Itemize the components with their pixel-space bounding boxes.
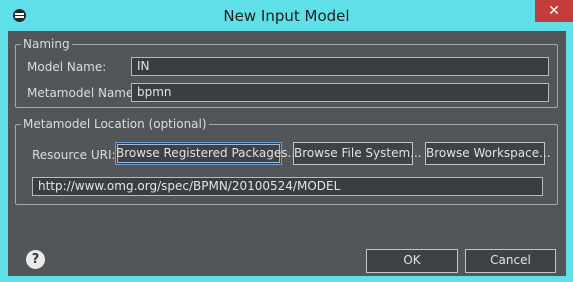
help-icon[interactable]: ? (26, 250, 45, 269)
model-name-label: Model Name: (27, 60, 107, 74)
ok-button[interactable]: OK (366, 249, 458, 273)
metamodel-name-field[interactable]: bpmn (131, 83, 549, 102)
window-bottom-border (0, 276, 573, 282)
metamodel-name-label: Metamodel Name: (27, 86, 138, 100)
close-icon: ✕ (548, 3, 560, 19)
naming-legend: Naming (21, 37, 72, 51)
resource-uri-field[interactable]: http://www.omg.org/spec/BPMN/20100524/MO… (32, 177, 543, 196)
cancel-button[interactable]: Cancel (465, 249, 556, 273)
browse-workspace-button[interactable]: Browse Workspace... (425, 142, 551, 165)
resource-uri-label: Resource URI: (32, 148, 116, 162)
model-name-field[interactable]: IN (131, 57, 549, 76)
metamodel-location-legend: Metamodel Location (optional) (21, 117, 209, 131)
dialog-body: Naming Model Name: IN Metamodel Name: bp… (8, 31, 566, 276)
close-button[interactable]: ✕ (535, 0, 573, 22)
browse-registered-packages-button[interactable]: Browse Registered Packages... (115, 142, 299, 165)
title-bar: New Input Model ✕ (0, 0, 573, 31)
browse-file-system-button[interactable]: Browse File System... (293, 142, 422, 165)
window-title: New Input Model (223, 7, 350, 25)
